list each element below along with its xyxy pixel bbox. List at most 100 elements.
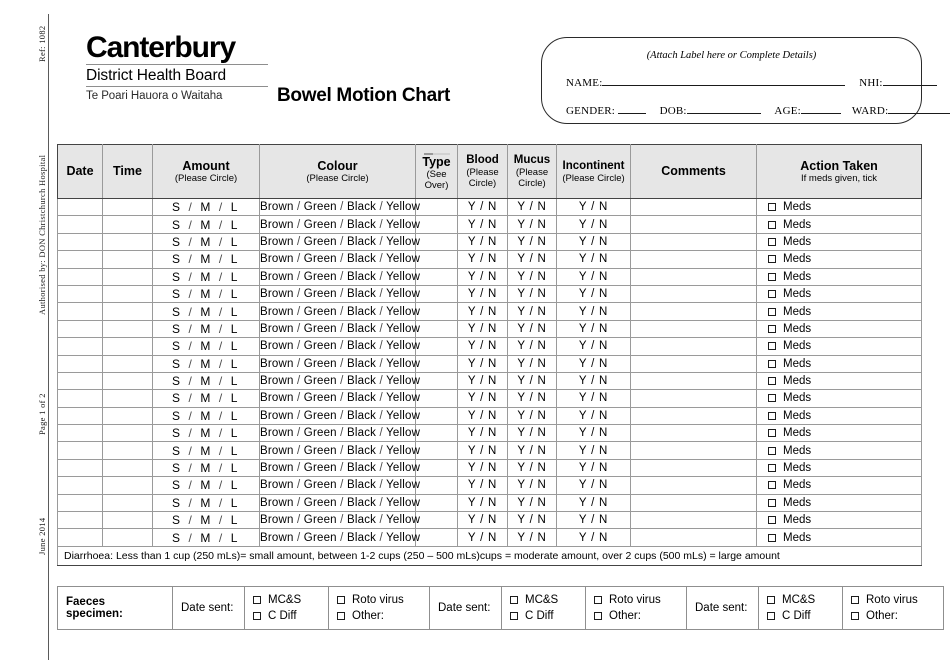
specimen-test-group-a-3[interactable]: MC&S C Diff	[758, 586, 843, 630]
cell-date[interactable]	[57, 197, 103, 217]
cell-type[interactable]	[415, 215, 458, 234]
cell-comments[interactable]	[630, 267, 757, 286]
cell-type[interactable]	[415, 441, 458, 460]
table-row[interactable]: S / M / L Brown / Green / Black / Yellow Y…	[57, 197, 922, 217]
cell-colour-options[interactable]: Brown / Green / Black / Yellow	[259, 389, 420, 408]
cell-date[interactable]	[57, 476, 103, 495]
meds-check-group[interactable]: Meds	[757, 497, 921, 509]
cell-comments[interactable]	[630, 319, 757, 339]
cell-incontinent-yn[interactable]: Y / N	[556, 250, 631, 269]
cell-blood-yn[interactable]: Y / N	[457, 528, 508, 547]
meds-check-group[interactable]: Meds	[757, 219, 921, 231]
cell-blood-yn[interactable]: Y / N	[457, 424, 508, 443]
cell-type[interactable]	[415, 267, 458, 286]
cell-amount-options[interactable]: S / M / L	[152, 232, 260, 252]
specimen-test-group-b-2[interactable]: Roto virus Other:	[585, 586, 687, 630]
meds-check-group[interactable]: Meds	[757, 410, 921, 422]
ward-input[interactable]	[888, 102, 950, 114]
cell-blood-yn[interactable]: Y / N	[457, 197, 508, 217]
cell-time[interactable]	[102, 215, 153, 234]
cell-incontinent-yn[interactable]: Y / N	[556, 511, 631, 530]
cell-incontinent-yn[interactable]: Y / N	[556, 232, 631, 252]
checkbox-icon[interactable]	[768, 394, 776, 403]
cell-time[interactable]	[102, 284, 153, 304]
cell-incontinent-yn[interactable]: Y / N	[556, 371, 631, 391]
cell-mucus-yn[interactable]: Y / N	[507, 458, 557, 478]
cell-blood-yn[interactable]: Y / N	[457, 476, 508, 495]
cell-colour-options[interactable]: Brown / Green / Black / Yellow	[259, 528, 420, 547]
table-row[interactable]: S / M / L Brown / Green / Black / Yellow Y…	[57, 250, 922, 269]
table-row[interactable]: S / M / L Brown / Green / Black / Yellow Y…	[57, 511, 922, 530]
cell-action-taken[interactable]: Meds	[756, 197, 922, 217]
cell-action-taken[interactable]: Meds	[756, 284, 922, 304]
specimen-option-other[interactable]: Other:	[594, 610, 678, 622]
cell-colour-options[interactable]: Brown / Green / Black / Yellow	[259, 250, 420, 269]
cell-date[interactable]	[57, 406, 103, 426]
cell-type[interactable]	[415, 424, 458, 443]
meds-check-group[interactable]: Meds	[757, 306, 921, 318]
cell-incontinent-yn[interactable]: Y / N	[556, 424, 631, 443]
cell-type[interactable]	[415, 354, 458, 373]
cell-comments[interactable]	[630, 511, 757, 530]
cell-mucus-yn[interactable]: Y / N	[507, 250, 557, 269]
cell-mucus-yn[interactable]: Y / N	[507, 267, 557, 286]
meds-check-group[interactable]: Meds	[757, 532, 921, 544]
cell-type[interactable]	[415, 493, 458, 513]
cell-mucus-yn[interactable]: Y / N	[507, 493, 557, 513]
specimen-test-group-a-1[interactable]: MC&S C Diff	[244, 586, 329, 630]
cell-action-taken[interactable]: Meds	[756, 267, 922, 286]
checkbox-icon[interactable]	[768, 307, 776, 316]
cell-date[interactable]	[57, 319, 103, 339]
cell-type[interactable]	[415, 458, 458, 478]
checkbox-icon[interactable]	[768, 324, 776, 333]
cell-mucus-yn[interactable]: Y / N	[507, 371, 557, 391]
cell-colour-options[interactable]: Brown / Green / Black / Yellow	[259, 441, 420, 460]
cell-action-taken[interactable]: Meds	[756, 458, 922, 478]
table-row[interactable]: S / M / L Brown / Green / Black / Yellow Y…	[57, 424, 922, 443]
cell-mucus-yn[interactable]: Y / N	[507, 232, 557, 252]
cell-blood-yn[interactable]: Y / N	[457, 406, 508, 426]
cell-comments[interactable]	[630, 232, 757, 252]
table-row[interactable]: S / M / L Brown / Green / Black / Yellow Y…	[57, 493, 922, 513]
cell-action-taken[interactable]: Meds	[756, 337, 922, 356]
cell-date[interactable]	[57, 441, 103, 460]
cell-amount-options[interactable]: S / M / L	[152, 511, 260, 530]
table-row[interactable]: S / M / L Brown / Green / Black / Yellow Y…	[57, 476, 922, 495]
cell-amount-options[interactable]: S / M / L	[152, 284, 260, 304]
cell-time[interactable]	[102, 371, 153, 391]
nhi-input[interactable]	[882, 74, 937, 86]
cell-mucus-yn[interactable]: Y / N	[507, 354, 557, 373]
meds-check-group[interactable]: Meds	[757, 323, 921, 335]
cell-type[interactable]	[415, 406, 458, 426]
checkbox-icon[interactable]	[768, 411, 776, 420]
table-row[interactable]: S / M / L Brown / Green / Black / Yellow Y…	[57, 302, 922, 321]
cell-action-taken[interactable]: Meds	[756, 354, 922, 373]
cell-action-taken[interactable]: Meds	[756, 371, 922, 391]
cell-date[interactable]	[57, 424, 103, 443]
specimen-option-other[interactable]: Other:	[337, 610, 421, 622]
cell-colour-options[interactable]: Brown / Green / Black / Yellow	[259, 284, 420, 304]
cell-amount-options[interactable]: S / M / L	[152, 250, 260, 269]
checkbox-icon[interactable]	[851, 612, 859, 620]
cell-type[interactable]	[415, 319, 458, 339]
cell-blood-yn[interactable]: Y / N	[457, 493, 508, 513]
cell-comments[interactable]	[630, 458, 757, 478]
cell-amount-options[interactable]: S / M / L	[152, 458, 260, 478]
cell-mucus-yn[interactable]: Y / N	[507, 337, 557, 356]
cell-time[interactable]	[102, 441, 153, 460]
cell-colour-options[interactable]: Brown / Green / Black / Yellow	[259, 354, 420, 373]
checkbox-icon[interactable]	[768, 498, 776, 507]
cell-action-taken[interactable]: Meds	[756, 476, 922, 495]
meds-check-group[interactable]: Meds	[757, 201, 921, 213]
cell-blood-yn[interactable]: Y / N	[457, 284, 508, 304]
cell-time[interactable]	[102, 354, 153, 373]
specimen-option-rotovirus[interactable]: Roto virus	[337, 594, 421, 606]
cell-time[interactable]	[102, 267, 153, 286]
cell-colour-options[interactable]: Brown / Green / Black / Yellow	[259, 319, 420, 339]
cell-action-taken[interactable]: Meds	[756, 319, 922, 339]
cell-incontinent-yn[interactable]: Y / N	[556, 197, 631, 217]
cell-amount-options[interactable]: S / M / L	[152, 389, 260, 408]
cell-date[interactable]	[57, 250, 103, 269]
cell-time[interactable]	[102, 197, 153, 217]
cell-action-taken[interactable]: Meds	[756, 493, 922, 513]
